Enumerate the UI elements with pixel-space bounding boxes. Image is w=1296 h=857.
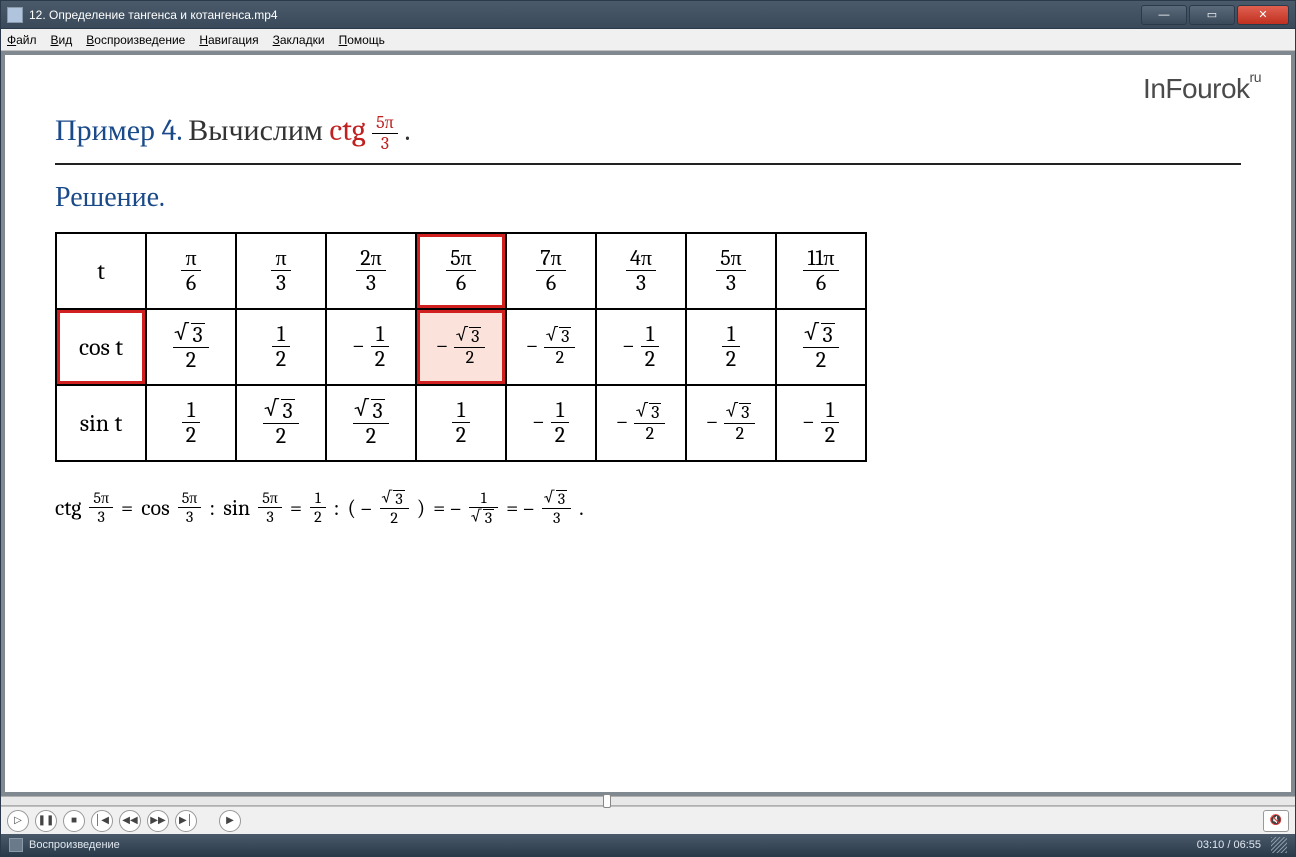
table-cell: 4π3 — [596, 233, 686, 309]
stop-button[interactable]: ■ — [63, 810, 85, 832]
divider — [55, 163, 1241, 165]
menu-bookmarks[interactable]: Закладки — [273, 33, 325, 47]
brand-suffix: ru — [1250, 69, 1261, 85]
example-label: Пример 4. — [55, 113, 182, 148]
equation-line: ctg 5π3 = cos 5π3: sin 5π3 = 12: ( – 32) = – 13 = … — [55, 490, 1241, 526]
problem-prefix: Вычислим — [188, 113, 323, 148]
mute-button[interactable]: 🔇 — [1263, 810, 1289, 832]
table-cell: 32 — [326, 385, 416, 461]
problem-heading: Пример 4. Вычислим ctg 5π 3 . — [55, 113, 1241, 153]
equation-piece: : — [209, 495, 215, 521]
equation-piece: ctg — [55, 495, 81, 521]
playback-state: Воспроизведение — [29, 839, 120, 851]
problem-function: ctg 5π 3 — [330, 113, 405, 148]
window-title: 12. Определение тангенса и котангенса.mp… — [29, 8, 1139, 22]
equation-piece: . — [579, 495, 584, 521]
slide-content: InFourokru Пример 4. Вычислим ctg 5π 3 . — [5, 55, 1291, 792]
current-time: 03:10 — [1197, 839, 1225, 851]
row-header: cos t — [56, 309, 146, 385]
play-button[interactable]: ▷ — [7, 810, 29, 832]
equation-piece: 33 — [542, 490, 571, 526]
table-cell: – 12 — [596, 309, 686, 385]
table-cell: 12 — [146, 385, 236, 461]
titlebar[interactable]: 12. Определение тангенса и котангенса.mp… — [1, 1, 1295, 29]
table-cell: 11π6 — [776, 233, 866, 309]
equation-piece: = — [121, 495, 133, 521]
equation-piece: cos — [141, 495, 169, 521]
table-cell: – 12 — [776, 385, 866, 461]
equation-piece: 12 — [310, 490, 326, 525]
brand-text: InFourok — [1143, 73, 1250, 104]
app-icon — [7, 7, 23, 23]
equation-piece: 13 — [469, 490, 498, 526]
app-window: 12. Определение тангенса и котангенса.mp… — [0, 0, 1296, 857]
table-cell: – 32 — [416, 309, 506, 385]
table-cell: π3 — [236, 233, 326, 309]
menu-view[interactable]: Вид — [51, 33, 73, 47]
row-header: sin t — [56, 385, 146, 461]
forward-button[interactable]: ▶▶ — [147, 810, 169, 832]
close-button[interactable]: ✕ — [1237, 5, 1289, 25]
content-frame: InFourokru Пример 4. Вычислим ctg 5π 3 . — [1, 51, 1295, 796]
total-time: 06:55 — [1233, 839, 1261, 851]
table-cell: 5π3 — [686, 233, 776, 309]
equation-piece: 5π3 — [258, 490, 282, 525]
statusbar: Воспроизведение 03:10 / 06:55 — [1, 834, 1295, 856]
solution-label: Решение. — [55, 181, 1241, 214]
menu-file[interactable]: Файл — [7, 33, 37, 47]
trig-table: tπ6π32π35π67π64π35π311π6cos t3212– 12– 3… — [55, 232, 867, 462]
table-cell: 12 — [236, 309, 326, 385]
menubar: Файл Вид Воспроизведение Навигация Закла… — [1, 29, 1295, 51]
window-buttons: — ▭ ✕ — [1139, 5, 1289, 25]
table-cell: 32 — [146, 309, 236, 385]
equation-piece: 5π3 — [178, 490, 202, 525]
table-cell: – 12 — [326, 309, 416, 385]
table-cell: 12 — [686, 309, 776, 385]
table-cell: – 32 — [686, 385, 776, 461]
equation-piece: ( – — [347, 495, 371, 521]
brand-logo: InFourokru — [1143, 73, 1261, 105]
equation-piece: 32 — [380, 490, 409, 526]
table-cell: 32 — [776, 309, 866, 385]
equation-piece: = – — [506, 495, 534, 521]
next-track-button[interactable]: ▶│ — [175, 810, 197, 832]
video-area[interactable]: InFourokru Пример 4. Вычислим ctg 5π 3 . — [5, 55, 1291, 792]
func-name: ctg — [330, 113, 366, 148]
equation-piece: = — [290, 495, 302, 521]
table-cell: 32 — [236, 385, 326, 461]
row-header: t — [56, 233, 146, 309]
pause-button[interactable]: ❚❚ — [35, 810, 57, 832]
step-button[interactable]: ▶ — [219, 810, 241, 832]
equation-piece: sin — [223, 495, 250, 521]
table-cell: – 32 — [506, 309, 596, 385]
table-cell: 5π6 — [416, 233, 506, 309]
table-cell: – 32 — [596, 385, 686, 461]
table-cell: 12 — [416, 385, 506, 461]
minimize-button[interactable]: — — [1141, 5, 1187, 25]
prev-track-button[interactable]: │◀ — [91, 810, 113, 832]
status-icon — [9, 838, 23, 852]
playback-controls: ▷ ❚❚ ■ │◀ ◀◀ ▶▶ ▶│ ▶ 🔇 — [1, 806, 1295, 834]
equation-piece: ) — [417, 495, 425, 521]
maximize-button[interactable]: ▭ — [1189, 5, 1235, 25]
seek-bar[interactable] — [1, 796, 1295, 806]
menu-help[interactable]: Помощь — [339, 33, 385, 47]
seek-thumb[interactable] — [603, 794, 611, 808]
rewind-button[interactable]: ◀◀ — [119, 810, 141, 832]
menu-navigation[interactable]: Навигация — [199, 33, 258, 47]
table-cell: π6 — [146, 233, 236, 309]
resize-grip[interactable] — [1271, 837, 1287, 853]
period: . — [404, 113, 410, 148]
equation-piece: 5π3 — [89, 490, 113, 525]
table-cell: 7π6 — [506, 233, 596, 309]
time-display: 03:10 / 06:55 — [1197, 839, 1261, 851]
problem-arg: 5π 3 — [372, 114, 398, 153]
equation-piece: = – — [433, 495, 461, 521]
menu-playback[interactable]: Воспроизведение — [86, 33, 185, 47]
equation-piece: : — [334, 495, 340, 521]
table-cell: – 12 — [506, 385, 596, 461]
table-cell: 2π3 — [326, 233, 416, 309]
